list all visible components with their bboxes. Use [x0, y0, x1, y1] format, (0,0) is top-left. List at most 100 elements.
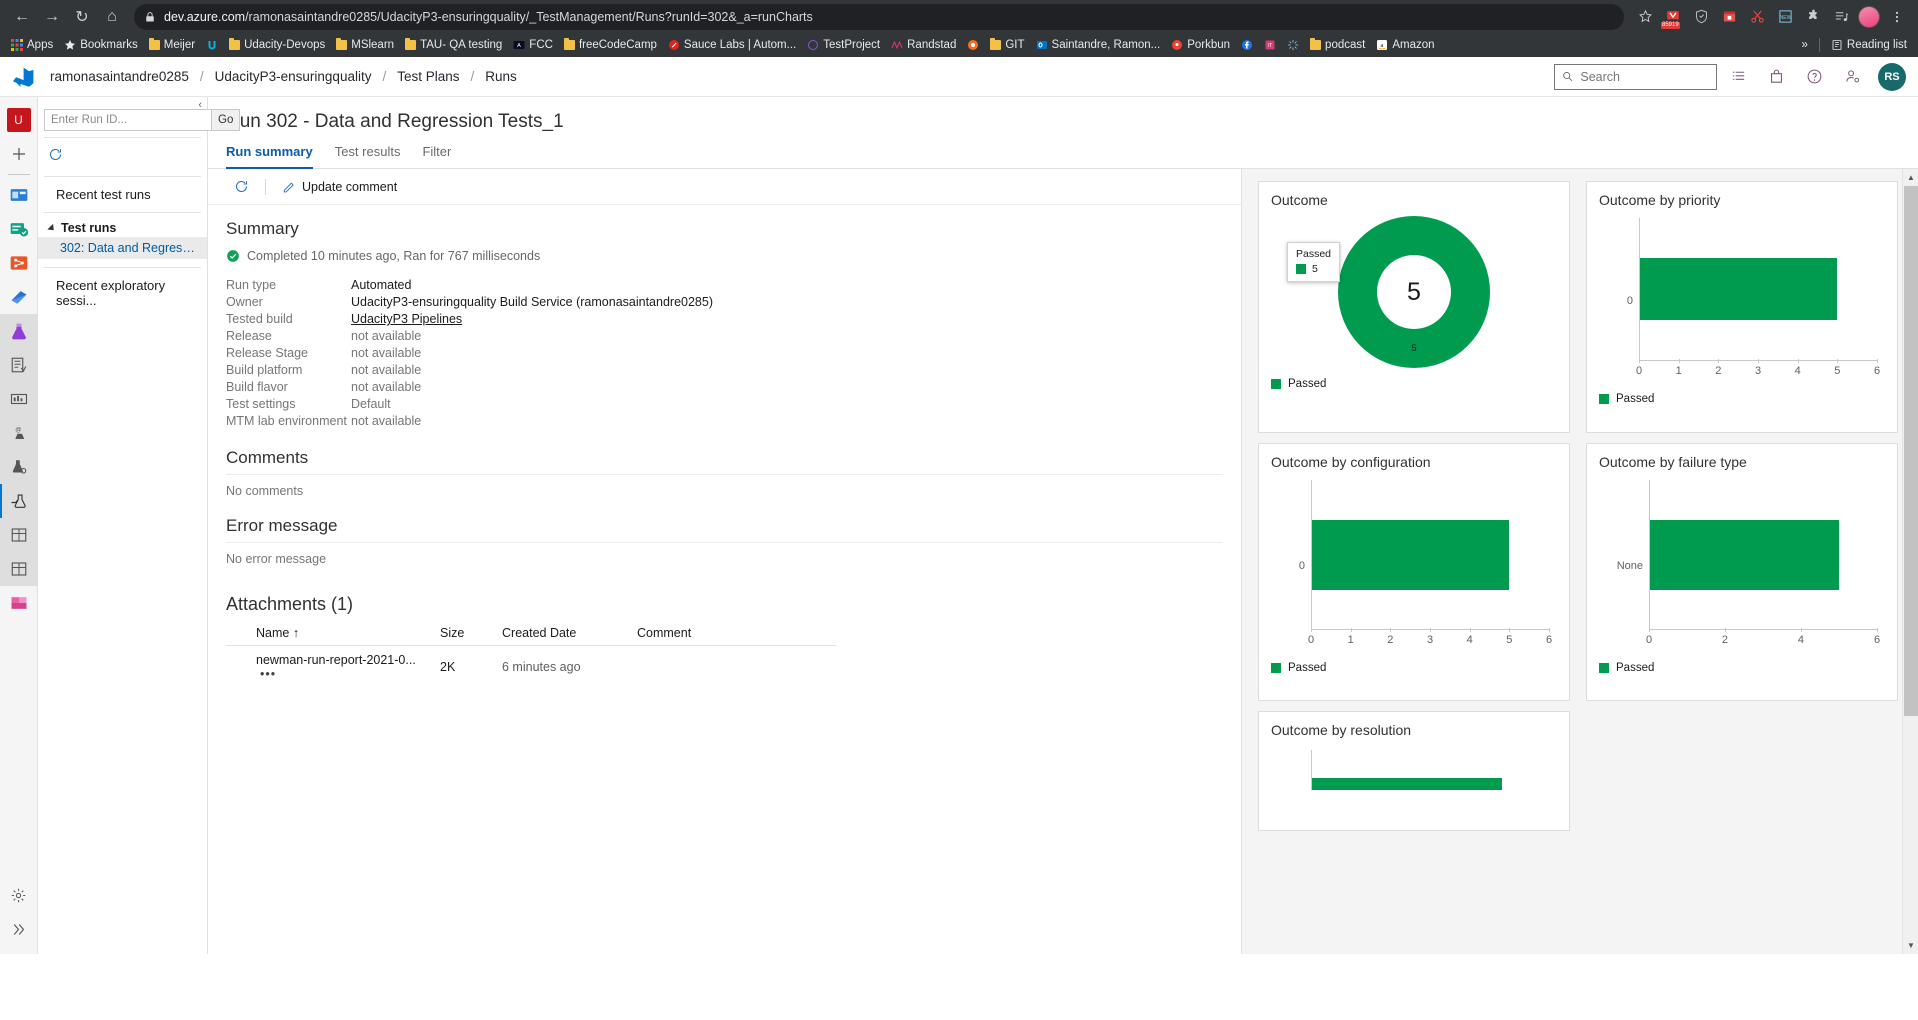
sidebar-item-extension[interactable]: [0, 586, 38, 620]
bar-passed[interactable]: [1640, 258, 1838, 320]
bar-passed[interactable]: [1312, 778, 1502, 790]
scroll-down-arrow[interactable]: ▼: [1903, 937, 1918, 954]
page-scrollbar[interactable]: ▲ ▼: [1902, 169, 1918, 954]
bookmark-fcc[interactable]: A FCC: [508, 38, 558, 52]
puzzle-extensions-icon[interactable]: [1800, 4, 1826, 30]
help-icon[interactable]: [1797, 60, 1831, 94]
chart-legend[interactable]: Passed: [1599, 393, 1885, 405]
bookmark-sauce-labs[interactable]: Sauce Labs | Autom...: [663, 38, 801, 52]
bookmark-meijer[interactable]: Meijer: [144, 38, 200, 52]
search-input[interactable]: [1580, 69, 1709, 84]
bookmarks-overflow-button[interactable]: »: [1797, 38, 1813, 52]
home-button[interactable]: ⌂: [98, 3, 126, 31]
bookmark-facebook[interactable]: [1236, 38, 1258, 52]
work-items-icon[interactable]: [1721, 60, 1755, 94]
table-row[interactable]: newman-run-report-2021-0... ••• 2K 6 min…: [226, 646, 836, 689]
azure-devops-logo[interactable]: [0, 65, 48, 89]
test-runs-tree-header[interactable]: Test runs: [47, 221, 207, 235]
breadcrumb-project[interactable]: UdacityP3-ensuringquality: [213, 69, 374, 84]
bookmark-star-icon[interactable]: [1632, 4, 1658, 30]
sidebar-item-grid-1[interactable]: [0, 518, 38, 552]
extension-badge-icon[interactable]: 85919: [1660, 4, 1686, 30]
sidebar-item-test-plans[interactable]: [0, 314, 38, 348]
donut-chart[interactable]: 5 5 Passed 5: [1271, 216, 1557, 368]
bookmark-porkbun[interactable]: Porkbun: [1166, 38, 1235, 52]
tested-build-link[interactable]: UdacityP3 Pipelines: [351, 311, 462, 328]
bookmark-mslearn[interactable]: MSlearn: [331, 38, 399, 52]
new-tab-extension-icon[interactable]: NEW: [1772, 4, 1798, 30]
chart-legend[interactable]: Passed: [1271, 662, 1557, 674]
row-context-menu-button[interactable]: •••: [256, 667, 280, 681]
marketplace-bag-icon[interactable]: [1759, 60, 1793, 94]
sidebar-item-grid-2[interactable]: [0, 552, 38, 586]
bookmark-burst[interactable]: [1282, 38, 1304, 52]
chrome-menu-icon[interactable]: [1884, 4, 1910, 30]
bookmark-git[interactable]: GIT: [985, 38, 1029, 52]
test-run-list-item[interactable]: 302: Data and Regressi...: [38, 237, 207, 259]
scroll-up-arrow[interactable]: ▲: [1903, 169, 1918, 186]
back-button[interactable]: ←: [8, 3, 36, 31]
bookmark-chrome-circle[interactable]: [962, 38, 984, 52]
bookmark-amazon[interactable]: a Amazon: [1371, 38, 1439, 52]
bookmark-testproject[interactable]: TestProject: [802, 38, 885, 52]
scrollbar-thumb[interactable]: [1904, 186, 1918, 716]
column-header-size[interactable]: Size: [436, 621, 498, 646]
reading-list-button[interactable]: Reading list: [1826, 38, 1912, 52]
tab-run-summary[interactable]: Run summary: [226, 141, 324, 169]
shield-extension-icon[interactable]: [1688, 4, 1714, 30]
sidebar-item-artifacts[interactable]: [0, 280, 38, 314]
update-comment-button[interactable]: Update comment: [274, 178, 405, 196]
sidebar-item-test-load[interactable]: @: [0, 416, 38, 450]
bookmark-outlook-saintandre[interactable]: Saintandre, Ramon...: [1031, 38, 1166, 52]
bookmark-udacity-devops[interactable]: Udacity-Devops: [224, 38, 330, 52]
chart-legend[interactable]: Passed: [1271, 378, 1557, 390]
forward-button[interactable]: →: [38, 3, 66, 31]
double-chevron-right-icon[interactable]: [0, 912, 38, 946]
column-header-name[interactable]: Name ↑: [226, 621, 436, 646]
refresh-button[interactable]: [226, 177, 257, 196]
column-header-created-date[interactable]: Created Date: [498, 621, 633, 646]
avatar[interactable]: RS: [1878, 62, 1906, 91]
breadcrumb-runs[interactable]: Runs: [483, 69, 519, 84]
collapse-pane-button[interactable]: ‹: [198, 99, 202, 111]
bar-passed[interactable]: [1650, 519, 1840, 590]
refresh-runs-button[interactable]: [38, 138, 207, 176]
project-avatar[interactable]: U: [0, 103, 38, 137]
breadcrumb-test-plans[interactable]: Test Plans: [395, 69, 461, 84]
scissors-extension-icon[interactable]: [1744, 4, 1770, 30]
new-item-icon[interactable]: [0, 137, 38, 171]
tab-test-results[interactable]: Test results: [324, 141, 412, 168]
recent-test-runs-link[interactable]: Recent test runs: [38, 177, 207, 212]
sidebar-item-test-plans-progress[interactable]: [0, 348, 38, 382]
gear-icon[interactable]: [0, 878, 38, 912]
bookmark-randstad[interactable]: Randstad: [886, 38, 961, 52]
bookmark-podcast[interactable]: podcast: [1305, 38, 1370, 52]
sidebar-item-test-charts[interactable]: [0, 382, 38, 416]
bookmark-bookmarks[interactable]: Bookmarks: [59, 38, 143, 52]
playlist-extension-icon[interactable]: [1828, 4, 1854, 30]
run-id-input[interactable]: [44, 109, 212, 131]
bookmark-tau-qa-testing[interactable]: TAU- QA testing: [400, 38, 507, 52]
tab-filter[interactable]: Filter: [411, 141, 462, 168]
address-bar[interactable]: dev.azure.com/ramonasaintandre0285/Udaci…: [134, 3, 1624, 30]
bookmark-freecodecamp[interactable]: freeCodeCamp: [559, 38, 662, 52]
breadcrumb-org[interactable]: ramonasaintandre0285: [48, 69, 191, 84]
sidebar-item-pipelines[interactable]: [0, 246, 38, 280]
sidebar-item-test-config[interactable]: [0, 450, 38, 484]
reload-button[interactable]: ↻: [68, 3, 96, 31]
bookmark-it[interactable]: iT: [1259, 38, 1281, 52]
sidebar-item-boards[interactable]: [0, 178, 38, 212]
donut-ring[interactable]: 5 5: [1338, 216, 1490, 368]
recent-exploratory-sessions-link[interactable]: Recent exploratory sessi...: [38, 268, 207, 318]
go-button[interactable]: Go: [212, 109, 241, 131]
column-header-comment[interactable]: Comment: [633, 621, 836, 646]
sidebar-item-test-runs[interactable]: [0, 484, 38, 518]
global-search[interactable]: [1554, 63, 1717, 90]
bar-passed[interactable]: [1312, 519, 1510, 590]
chart-legend[interactable]: Passed: [1599, 662, 1885, 674]
profile-avatar[interactable]: [1856, 4, 1882, 30]
store-extension-icon[interactable]: [1716, 4, 1742, 30]
sidebar-item-repos[interactable]: [0, 212, 38, 246]
bookmark-udacity[interactable]: [201, 38, 223, 52]
attachment-name-cell[interactable]: newman-run-report-2021-0... •••: [226, 646, 436, 689]
